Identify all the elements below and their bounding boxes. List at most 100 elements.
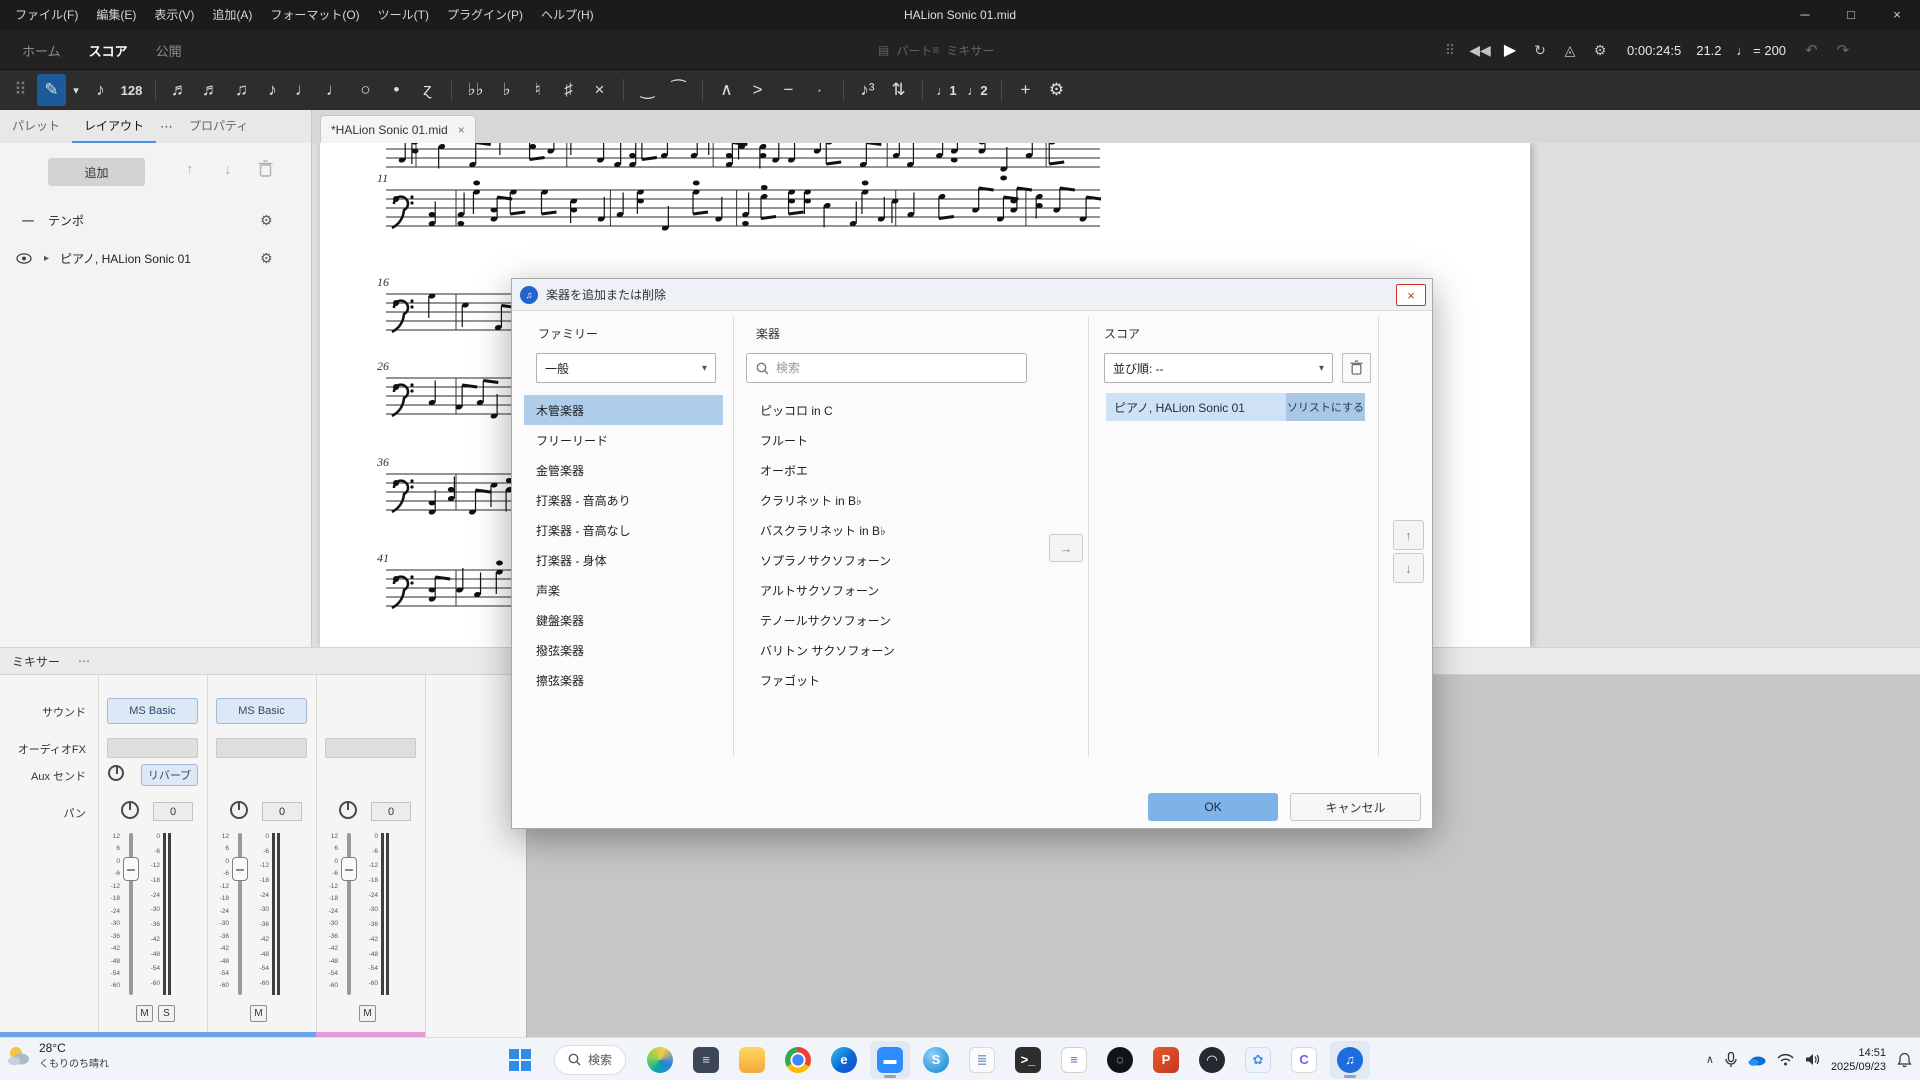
- half-note-icon[interactable]: ♩: [320, 74, 349, 106]
- mute-button-ch1[interactable]: M: [136, 1005, 153, 1022]
- instrument-list-item[interactable]: クラリネット in B♭: [746, 485, 1076, 515]
- pan-value-ch1[interactable]: 0: [153, 802, 193, 821]
- zoom-icon[interactable]: ▬: [870, 1041, 910, 1079]
- hidden-icons-chevron[interactable]: ∧: [1706, 1053, 1714, 1066]
- customize-toolbar-plus-icon[interactable]: +: [1011, 74, 1040, 106]
- slur-icon[interactable]: ⁀: [664, 74, 693, 106]
- dialog-titlebar[interactable]: ♫ 楽器を追加または削除 ×: [512, 279, 1432, 311]
- family-list-item[interactable]: 金管楽器: [524, 455, 723, 485]
- sort-order-dropdown[interactable]: 並び順: -- ▾: [1104, 353, 1333, 383]
- menu-item[interactable]: ツール(T): [369, 0, 438, 30]
- maximize-button[interactable]: □: [1828, 0, 1874, 30]
- terminal-icon[interactable]: >_: [1008, 1041, 1048, 1079]
- note-16th-icon[interactable]: ♫: [227, 74, 256, 106]
- wifi-icon[interactable]: [1777, 1053, 1794, 1066]
- onedrive-cloud-icon[interactable]: [1748, 1053, 1766, 1066]
- sound-button-ch2[interactable]: MS Basic: [216, 698, 307, 724]
- tab-publish[interactable]: 公開: [142, 41, 196, 60]
- playback-drag-handle-icon[interactable]: ⠿: [1438, 42, 1462, 59]
- instrument-list-item[interactable]: バリトン サクソフォーン: [746, 635, 1076, 665]
- photos-icon[interactable]: ✿: [1238, 1041, 1278, 1079]
- menu-item[interactable]: ヘルプ(H): [532, 0, 603, 30]
- accent-icon[interactable]: >: [743, 74, 772, 106]
- document-tab-close-icon[interactable]: ×: [458, 123, 465, 137]
- tempo-settings-gear-icon[interactable]: ⚙: [260, 212, 273, 229]
- mixer-more-icon[interactable]: ⋯: [78, 654, 90, 668]
- tab-palette[interactable]: パレット: [0, 110, 72, 143]
- delete-trash-icon[interactable]: [258, 160, 273, 178]
- chrome-icon[interactable]: [778, 1041, 818, 1079]
- playback-settings-icon[interactable]: ⚙: [1588, 42, 1612, 59]
- playback-tempo[interactable]: ♩ = 200: [1737, 43, 1787, 58]
- speaker-icon[interactable]: [1805, 1053, 1820, 1066]
- play-icon[interactable]: ▶: [1498, 40, 1522, 60]
- mixer-button[interactable]: ≡ ミキサー: [932, 42, 994, 59]
- double-sharp-icon[interactable]: ×: [585, 74, 614, 106]
- move-instrument-down-button[interactable]: ↓: [1393, 553, 1424, 583]
- rewind-icon[interactable]: ◀◀: [1468, 42, 1492, 59]
- family-list-item[interactable]: 打楽器 - 身体: [524, 545, 723, 575]
- menu-item[interactable]: 追加(A): [203, 0, 261, 30]
- github-icon[interactable]: ◠: [1192, 1041, 1232, 1079]
- marcato-icon[interactable]: ∧: [712, 74, 741, 106]
- fader-handle[interactable]: [123, 857, 139, 881]
- pan-value-ch2[interactable]: 0: [262, 802, 302, 821]
- edge-icon[interactable]: e: [824, 1041, 864, 1079]
- undo-icon[interactable]: ↶: [1805, 41, 1818, 59]
- tab-score[interactable]: スコア: [75, 41, 142, 60]
- start-button[interactable]: [500, 1041, 540, 1079]
- note-32nd-icon[interactable]: ♬: [196, 74, 225, 106]
- skype-icon[interactable]: S: [916, 1041, 956, 1079]
- flip-direction-icon[interactable]: ⇅: [884, 74, 913, 106]
- menu-item[interactable]: 編集(E): [87, 0, 145, 30]
- tab-properties[interactable]: プロパティ: [177, 110, 260, 143]
- remove-instrument-trash-button[interactable]: [1342, 353, 1371, 383]
- note-cursor-icon[interactable]: ♪: [86, 74, 115, 106]
- weather-widget[interactable]: 28°C くもりのち晴れ: [6, 1041, 109, 1070]
- make-soloist-button[interactable]: ソリストにする: [1286, 393, 1365, 421]
- note-input-pencil-icon[interactable]: ✎: [37, 74, 66, 106]
- tenuto-icon[interactable]: −: [774, 74, 803, 106]
- toolbar-settings-icon[interactable]: ⚙: [1042, 74, 1071, 106]
- audiofx-slot-ch1[interactable]: [107, 738, 198, 758]
- word-icon[interactable]: ≡: [1054, 1041, 1094, 1079]
- note-8th-icon[interactable]: ♪: [258, 74, 287, 106]
- family-list-item[interactable]: 打楽器 - 音高あり: [524, 485, 723, 515]
- flat-icon[interactable]: ♭: [492, 74, 521, 106]
- score-instrument-item[interactable]: ピアノ, HALion Sonic 01 ソリストにする: [1106, 393, 1365, 421]
- instrument-list-item[interactable]: バスクラリネット in B♭: [746, 515, 1076, 545]
- pan-knob-ch2[interactable]: [230, 801, 248, 819]
- family-list-item[interactable]: 擦弦楽器: [524, 665, 723, 695]
- search-input[interactable]: [776, 361, 1017, 375]
- cancel-button[interactable]: キャンセル: [1290, 793, 1421, 821]
- fader-track[interactable]: [341, 833, 357, 995]
- reverb-button[interactable]: リバーブ: [141, 764, 198, 786]
- move-up-icon[interactable]: ↑: [186, 161, 194, 178]
- sharp-icon[interactable]: ♯: [554, 74, 583, 106]
- fader-track[interactable]: [232, 833, 248, 995]
- minimize-button[interactable]: ─: [1782, 0, 1828, 30]
- loop-playback-icon[interactable]: ↻: [1528, 42, 1552, 59]
- instrument-settings-gear-icon[interactable]: ⚙: [260, 250, 273, 267]
- quarter-note-icon[interactable]: ♩: [289, 74, 318, 106]
- family-list-item[interactable]: 声楽: [524, 575, 723, 605]
- notification-bell-icon[interactable]: [1897, 1052, 1912, 1068]
- ok-button[interactable]: OK: [1148, 793, 1278, 821]
- tab-layout[interactable]: レイアウト: [72, 110, 156, 143]
- taskbar-search-box[interactable]: 検索: [554, 1045, 626, 1075]
- parts-button[interactable]: ▤ パート: [878, 42, 932, 59]
- family-list-item[interactable]: 撥弦楽器: [524, 635, 723, 665]
- copilot-icon[interactable]: [640, 1041, 680, 1079]
- clipchamp-icon[interactable]: C: [1284, 1041, 1324, 1079]
- move-down-icon[interactable]: ↓: [224, 161, 232, 178]
- obs-icon[interactable]: ◌: [1100, 1041, 1140, 1079]
- redo-icon[interactable]: ↷: [1837, 41, 1850, 59]
- family-list-item[interactable]: フリーリード: [524, 425, 723, 455]
- document-tab[interactable]: *HALion Sonic 01.mid ×: [320, 115, 476, 143]
- family-list-item[interactable]: 木管楽器: [524, 395, 723, 425]
- augmentation-dot-icon[interactable]: •: [382, 74, 411, 106]
- visibility-eye-icon[interactable]: [16, 253, 32, 264]
- sound-button-ch1[interactable]: MS Basic: [107, 698, 198, 724]
- fader-handle[interactable]: [341, 857, 357, 881]
- staccato-icon[interactable]: ·: [805, 74, 834, 106]
